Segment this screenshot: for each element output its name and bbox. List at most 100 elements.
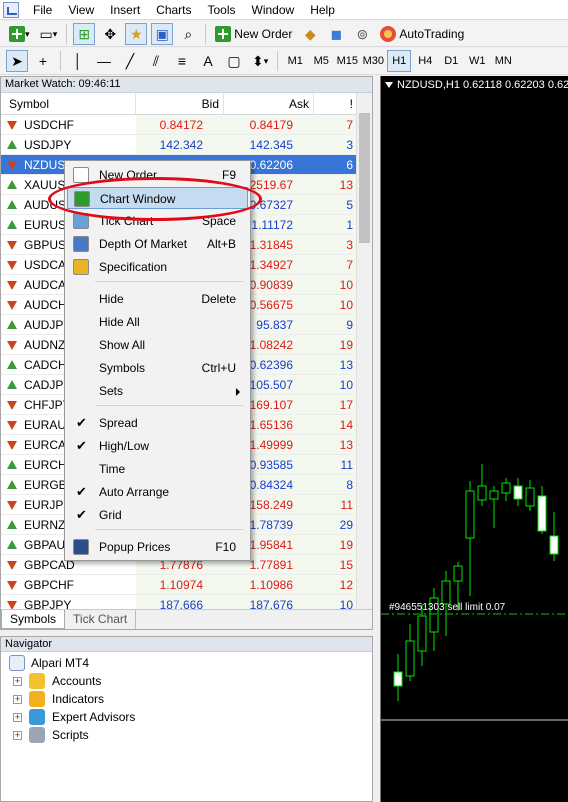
- arrows-tool-button[interactable]: ⬍ ▾: [249, 50, 271, 72]
- profiles-button[interactable]: ▭ ▾: [37, 23, 61, 45]
- navigator-item-accounts[interactable]: Accounts: [52, 673, 101, 689]
- bid-cell: 142.342: [159, 138, 203, 152]
- navigator-item-scripts[interactable]: Scripts: [52, 727, 89, 743]
- context-menu-item-label: Popup Prices: [99, 540, 171, 554]
- context-menu-item-high-low[interactable]: ✔ High/Low: [67, 435, 248, 457]
- new-order-label: New Order: [234, 26, 293, 41]
- context-menu-item-time[interactable]: Time: [67, 458, 248, 480]
- highlight-ellipse-annotation: [48, 177, 262, 221]
- market-watch-toggle-button[interactable]: ⊞: [73, 22, 96, 45]
- price-up-arrow-icon: [7, 220, 17, 229]
- context-menu-item-show-all[interactable]: Show All: [67, 334, 248, 356]
- expand-accounts-icon[interactable]: +: [13, 677, 22, 686]
- ask-cell: 158.249: [249, 498, 293, 512]
- app-icon[interactable]: [3, 1, 19, 18]
- column-header-symbol[interactable]: Symbol: [1, 93, 136, 115]
- context-menu-item-grid[interactable]: ✔ Grid: [67, 504, 248, 526]
- market-watch-row[interactable]: GBPCHF 1.10974 1.10986 12: [1, 575, 357, 595]
- expand-expert-advisors-icon[interactable]: +: [13, 713, 22, 722]
- cursor-tool-button[interactable]: ➤: [6, 50, 28, 72]
- vertical-line-button[interactable]: │: [67, 50, 89, 72]
- context-menu-item-specification[interactable]: Specification: [67, 256, 248, 278]
- new-order-button[interactable]: New Order: [212, 23, 295, 45]
- timeframe-h4[interactable]: H4: [413, 50, 437, 72]
- crosshair-tool-button[interactable]: +: [32, 50, 54, 72]
- expand-indicators-icon[interactable]: +: [13, 695, 22, 704]
- context-menu-item-popup-prices[interactable]: Popup Prices F10: [67, 536, 248, 558]
- signals-button[interactable]: ⊚: [351, 23, 373, 45]
- expand-scripts-icon[interactable]: +: [13, 731, 22, 740]
- context-menu-item-label: Specification: [99, 260, 168, 274]
- channel-button[interactable]: ⫽: [145, 50, 167, 72]
- horizontal-line-button[interactable]: —: [93, 50, 115, 72]
- context-menu-shortcut: Delete: [201, 292, 236, 306]
- toolbar-separator: [60, 51, 61, 71]
- autotrading-icon: [380, 25, 397, 42]
- market-watch-row[interactable]: GBPJPY 187.666 187.676 10: [1, 595, 357, 609]
- ask-cell: 1.08242: [249, 338, 293, 352]
- spread-cell: 10: [339, 598, 353, 609]
- context-menu-item-depth-of-market[interactable]: Depth Of Market Alt+B: [67, 233, 248, 255]
- market-watch-row[interactable]: USDCHF 0.84172 0.84179 7: [1, 115, 357, 135]
- data-window-button[interactable]: ✥: [99, 23, 121, 45]
- column-header-ask[interactable]: Ask: [224, 93, 314, 115]
- column-header-bid[interactable]: Bid: [136, 93, 224, 115]
- menu-view[interactable]: View: [60, 0, 102, 20]
- fibonacci-button[interactable]: ≡: [171, 50, 193, 72]
- timeframe-m5[interactable]: M5: [309, 50, 333, 72]
- menu-charts[interactable]: Charts: [148, 0, 199, 20]
- timeframe-d1[interactable]: D1: [439, 50, 463, 72]
- menu-help[interactable]: Help: [302, 0, 343, 20]
- timeframe-m15[interactable]: M15: [335, 50, 359, 72]
- timeframe-h1[interactable]: H1: [387, 50, 412, 72]
- ask-cell: 0.93585: [249, 458, 293, 472]
- context-menu-item-sets[interactable]: Sets: [67, 380, 248, 402]
- trendline-button[interactable]: ╱: [119, 50, 141, 72]
- metaeditor-button[interactable]: ◆: [299, 23, 321, 45]
- candle-body: [501, 482, 511, 494]
- ask-cell: 0.90839: [249, 278, 293, 292]
- label-tool-button[interactable]: ▢: [223, 50, 245, 72]
- terminal-toggle-button[interactable]: ▣: [151, 22, 174, 45]
- ask-cell: 187.676: [249, 598, 293, 609]
- navigator-root[interactable]: Alpari MT4: [31, 655, 89, 671]
- navigator-item-indicators[interactable]: Indicators: [52, 691, 104, 707]
- accounts-icon: [29, 673, 45, 689]
- timeframe-m1[interactable]: M1: [283, 50, 307, 72]
- tab-symbols[interactable]: Symbols: [1, 610, 66, 629]
- menu-insert[interactable]: Insert: [102, 0, 148, 20]
- strategy-tester-button[interactable]: ⌕: [177, 23, 199, 45]
- context-menu-item-symbols[interactable]: Symbols Ctrl+U: [67, 357, 248, 379]
- new-chart-button[interactable]: ▾: [6, 23, 33, 45]
- context-menu-item-hide-all[interactable]: Hide All: [67, 311, 248, 333]
- price-down-arrow-icon: [7, 281, 17, 290]
- navigator-toggle-button[interactable]: ★: [125, 22, 148, 45]
- ask-cell: 0.62206: [249, 158, 293, 172]
- context-menu-item-hide[interactable]: Hide Delete: [67, 288, 248, 310]
- column-header-spread[interactable]: !: [314, 93, 357, 115]
- context-menu-item-auto-arrange[interactable]: ✔ Auto Arrange: [67, 481, 248, 503]
- context-menu-item-label: High/Low: [99, 439, 150, 453]
- timeframe-w1[interactable]: W1: [465, 50, 489, 72]
- context-menu-item-label: Hide All: [99, 315, 140, 329]
- timeframe-mn[interactable]: MN: [491, 50, 515, 72]
- timeframe-m30[interactable]: M30: [361, 50, 385, 72]
- autotrading-button[interactable]: AutoTrading: [377, 23, 467, 45]
- market-watch-scrollbar[interactable]: [356, 93, 372, 609]
- market-watch-row[interactable]: USDJPY 142.342 142.345 3: [1, 135, 357, 155]
- menu-tools[interactable]: Tools: [200, 0, 244, 20]
- tab-tick-chart[interactable]: Tick Chart: [65, 610, 137, 629]
- ask-cell: 1.65136: [249, 418, 293, 432]
- spread-cell: 19: [339, 338, 353, 352]
- context-menu-item-spread[interactable]: ✔ Spread: [67, 412, 248, 434]
- context-menu-separator: [95, 281, 243, 282]
- navigator-item-expert-advisors[interactable]: Expert Advisors: [52, 709, 135, 725]
- price-down-arrow-icon: [7, 261, 17, 270]
- menu-file[interactable]: File: [25, 0, 60, 20]
- market-button[interactable]: ◼: [325, 23, 347, 45]
- menu-window[interactable]: Window: [244, 0, 303, 20]
- text-label-icon: ▢: [227, 53, 241, 69]
- text-tool-button[interactable]: A: [197, 50, 219, 72]
- scrollbar-thumb[interactable]: [359, 113, 370, 243]
- chart-window[interactable]: NZDUSD,H1 0.62118 0.62203 0.62117 0 #946…: [380, 76, 568, 802]
